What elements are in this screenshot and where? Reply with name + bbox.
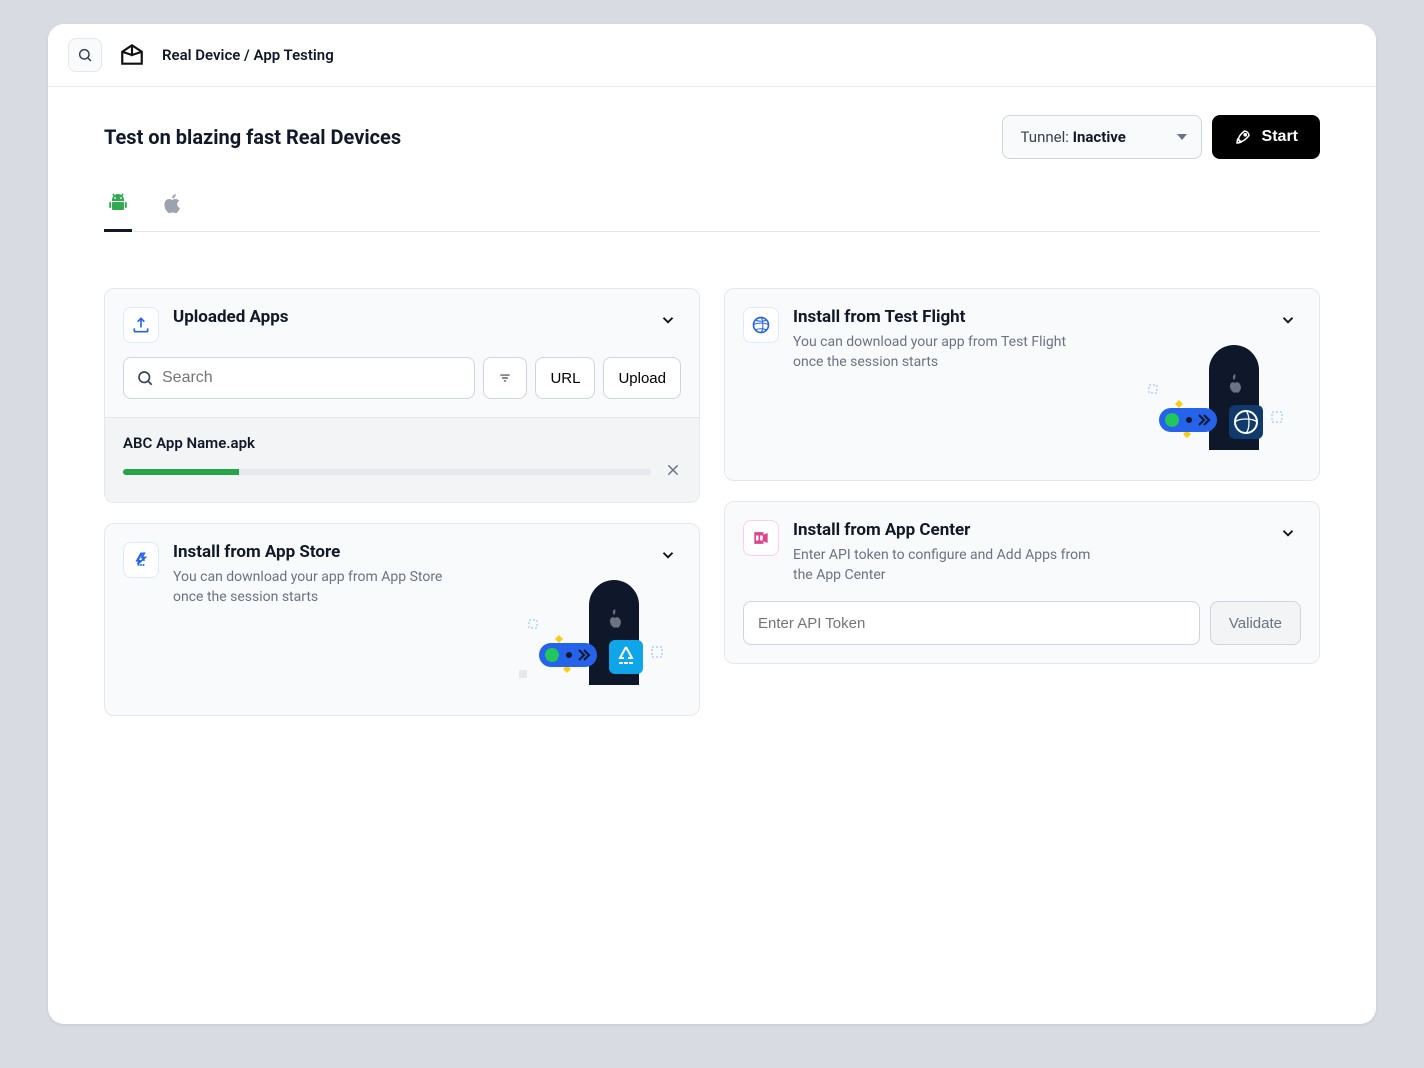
platform-tabs [104, 183, 1320, 232]
breadcrumb: Real Device / App Testing [162, 46, 334, 64]
header-actions: Tunnel: Inactive Start [1002, 115, 1320, 159]
testflight-sub: You can download your app from Test Flig… [793, 333, 1093, 372]
chevron-down-icon [1279, 524, 1297, 542]
chevron-down-icon [1279, 311, 1297, 329]
left-column: Uploaded Apps [104, 288, 700, 716]
start-button[interactable]: Start [1212, 115, 1320, 159]
chevron-down-icon [659, 311, 677, 329]
logo-icon [118, 41, 146, 69]
header-row: Test on blazing fast Real Devices Tunnel… [104, 115, 1320, 159]
validate-button[interactable]: Validate [1210, 601, 1301, 645]
uploaded-apps-title: Uploaded Apps [173, 307, 641, 327]
testflight-icon [743, 307, 779, 343]
search-input-wrap[interactable] [123, 357, 475, 399]
tab-apple[interactable] [160, 183, 186, 231]
topbar: Real Device / App Testing [48, 24, 1376, 87]
search-icon [77, 47, 93, 63]
chevron-down-icon [659, 546, 677, 564]
appcenter-card: Install from App Center Enter API token … [724, 501, 1320, 664]
upload-icon [123, 307, 159, 343]
app-store-card: Install from App Store You can download … [104, 523, 700, 716]
uploaded-apps-card: Uploaded Apps [104, 288, 700, 503]
uploading-file-name: ABC App Name.apk [123, 434, 681, 452]
app-store-sub: You can download your app from App Store… [173, 568, 473, 607]
search-icon [136, 369, 154, 387]
cards-grid: Uploaded Apps [104, 288, 1320, 716]
page-title: Test on blazing fast Real Devices [104, 125, 401, 149]
global-search-button[interactable] [68, 38, 102, 72]
upload-progress-fill [123, 469, 239, 475]
api-token-input[interactable] [743, 601, 1200, 645]
testflight-title: Install from Test Flight [793, 307, 1261, 327]
right-column: Install from Test Flight You can downloa… [724, 288, 1320, 664]
filter-button[interactable] [483, 357, 527, 399]
appcenter-icon [743, 520, 779, 556]
collapse-toggle[interactable] [1275, 307, 1301, 337]
appcenter-sub: Enter API token to configure and Add App… [793, 546, 1093, 585]
app-store-title: Install from App Store [173, 542, 641, 562]
tab-android[interactable] [104, 183, 132, 232]
tunnel-selector[interactable]: Tunnel: Inactive [1002, 115, 1202, 159]
tunnel-label: Tunnel: [1021, 128, 1069, 146]
upload-progress-row: ABC App Name.apk [105, 417, 699, 502]
close-icon [665, 462, 681, 478]
apple-icon [162, 193, 184, 215]
android-icon [106, 191, 130, 215]
content: Test on blazing fast Real Devices Tunnel… [48, 87, 1376, 1024]
rocket-icon [1234, 128, 1252, 146]
app-window: Real Device / App Testing Test on blazin… [48, 24, 1376, 1024]
collapse-toggle[interactable] [655, 307, 681, 337]
url-button[interactable]: URL [535, 357, 595, 399]
tunnel-status: Inactive [1073, 128, 1126, 146]
testflight-card: Install from Test Flight You can downloa… [724, 288, 1320, 481]
caret-down-icon [1177, 134, 1187, 140]
app-search-input[interactable] [162, 369, 462, 387]
upload-button[interactable]: Upload [603, 357, 681, 399]
collapse-toggle[interactable] [1275, 520, 1301, 550]
start-button-label: Start [1262, 128, 1298, 146]
upload-progress-bar [123, 469, 651, 475]
appcenter-title: Install from App Center [793, 520, 1261, 540]
cancel-upload-button[interactable] [665, 462, 681, 482]
collapse-toggle[interactable] [655, 542, 681, 572]
filter-icon [498, 369, 512, 387]
appstore-icon [123, 542, 159, 578]
